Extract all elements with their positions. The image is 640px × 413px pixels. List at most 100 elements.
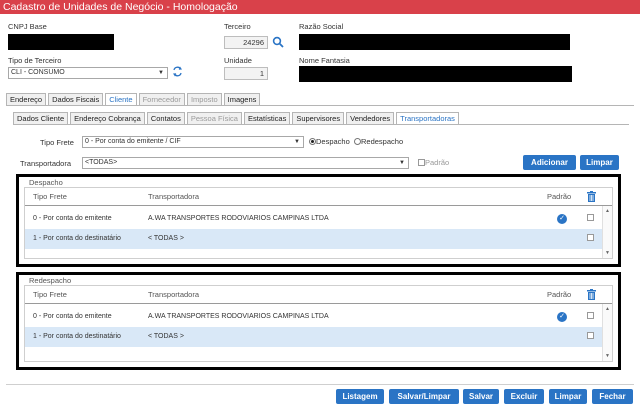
transportadora-value: <TODAS>	[85, 159, 118, 166]
col-padrao: Padrão	[547, 290, 572, 299]
limpar-button[interactable]: Limpar	[549, 389, 587, 404]
despacho-radio[interactable]: Despacho	[309, 137, 350, 146]
scroll-up-icon[interactable]: ▲	[605, 208, 610, 214]
row-transportadora: < TODAS >	[148, 235, 184, 242]
despacho-radio-label: Despacho	[316, 137, 350, 146]
row-tipo-frete: 1 - Por conta do destinatário	[33, 235, 121, 242]
radio-icon	[354, 138, 361, 145]
redespacho-grid: Tipo Frete Transportadora Padrão 0 - Por…	[24, 285, 613, 362]
fantasia-redacted	[299, 66, 572, 82]
unidade-label: Unidade	[224, 56, 252, 65]
redespacho-grid-header: Tipo Frete Transportadora Padrão	[25, 286, 612, 304]
despacho-grid-header: Tipo Frete Transportadora Padrão	[25, 188, 612, 206]
tab-imagens[interactable]: Imagens	[223, 93, 261, 105]
check-circle-icon: ✓	[557, 214, 567, 224]
tabs-divider	[6, 105, 634, 106]
table-row[interactable]: 1 - Por conta do destinatário < TODAS >	[25, 327, 602, 347]
limpar-form-button[interactable]: Limpar	[580, 155, 619, 170]
redespacho-scrollbar[interactable]: ▲ ▼	[602, 304, 612, 361]
despacho-section: Despacho Tipo Frete Transportadora Padrã…	[16, 174, 621, 267]
padrao-checkbox[interactable]: Padrão	[418, 158, 449, 167]
checkbox-icon	[418, 159, 425, 166]
tipo-terceiro-label: Tipo de Terceiro	[8, 56, 62, 65]
razao-redacted	[299, 34, 570, 50]
row-tipo-frete: 0 - Por conta do emitente	[33, 313, 112, 320]
col-tipo-frete: Tipo Frete	[33, 192, 67, 201]
row-checkbox[interactable]	[587, 229, 594, 249]
redespacho-radio-label: Redespacho	[361, 137, 404, 146]
row-tipo-frete: 1 - Por conta do destinatário	[33, 333, 121, 340]
tipo-terceiro-select[interactable]: CLI - CONSUMO ▼	[8, 67, 168, 79]
tab-imposto: Imposto	[186, 93, 222, 105]
row-checkbox[interactable]	[587, 209, 594, 229]
check-circle-icon: ✓	[557, 312, 567, 322]
chevron-down-icon: ▼	[158, 70, 164, 76]
subtab-endereco-cobranca[interactable]: Endereço Cobrança	[70, 112, 145, 124]
subtabs-divider	[13, 124, 629, 125]
col-transportadora: Transportadora	[148, 290, 199, 299]
terceiro-field[interactable]: 24296	[224, 36, 268, 49]
tipo-frete-label: Tipo Frete	[40, 138, 74, 147]
subtab-estatisticas[interactable]: Estatísticas	[243, 112, 291, 124]
row-checkbox[interactable]	[587, 327, 594, 347]
scroll-down-icon[interactable]: ▼	[605, 250, 610, 256]
trash-icon[interactable]	[587, 191, 596, 204]
row-transportadora: A.WA TRANSPORTES RODOVIARIOS CAMPINAS LT…	[148, 313, 329, 320]
excluir-button[interactable]: Excluir	[504, 389, 544, 404]
col-transportadora: Transportadora	[148, 192, 199, 201]
checkbox-icon	[587, 234, 594, 241]
razao-label: Razão Social	[299, 22, 344, 31]
row-transportadora: < TODAS >	[148, 333, 184, 340]
chevron-down-icon: ▼	[294, 139, 300, 145]
window-title: Cadastro de Unidades de Negócio - Homolo…	[0, 0, 640, 14]
row-checkbox[interactable]	[587, 307, 594, 327]
tipo-frete-value: 0 - Por conta do emitente / CIF	[85, 138, 181, 145]
salvar-button[interactable]: Salvar	[463, 389, 499, 404]
despacho-grid: Tipo Frete Transportadora Padrão 0 - Por…	[24, 187, 613, 259]
fechar-button[interactable]: Fechar	[592, 389, 633, 404]
subtab-vendedores[interactable]: Vendedores	[346, 112, 395, 124]
scroll-up-icon[interactable]: ▲	[605, 306, 610, 312]
unidade-field[interactable]: 1	[224, 67, 268, 80]
table-row[interactable]: 1 - Por conta do destinatário < TODAS >	[25, 229, 602, 249]
padrao-checkbox-label: Padrão	[425, 158, 450, 167]
fantasia-label: Nome Fantasia	[299, 56, 350, 65]
footer-divider	[6, 384, 634, 385]
subtab-pessoa-fisica: Pessoa Física	[186, 112, 242, 124]
tab-endereco[interactable]: Endereço	[6, 93, 47, 105]
transportadora-select[interactable]: <TODAS> ▼	[82, 157, 409, 169]
checkbox-icon	[587, 332, 594, 339]
refresh-icon[interactable]	[172, 66, 183, 80]
tab-fornecedor: Fornecedor	[138, 93, 185, 105]
terceiro-label: Terceiro	[224, 22, 251, 31]
despacho-title: Despacho	[29, 178, 63, 187]
subtab-supervisores[interactable]: Supervisores	[292, 112, 345, 124]
cnpj-label: CNPJ Base	[8, 22, 47, 31]
adicionar-button[interactable]: Adicionar	[523, 155, 576, 170]
redespacho-radio[interactable]: Redespacho	[354, 137, 403, 146]
chevron-down-icon: ▼	[399, 160, 405, 166]
tipo-frete-select[interactable]: 0 - Por conta do emitente / CIF ▼	[82, 136, 304, 148]
table-row[interactable]: 0 - Por conta do emitente A.WA TRANSPORT…	[25, 307, 602, 327]
trash-icon[interactable]	[587, 289, 596, 302]
salvar-limpar-button[interactable]: Salvar/Limpar	[389, 389, 459, 404]
table-row[interactable]: 0 - Por conta do emitente A.WA TRANSPORT…	[25, 209, 602, 229]
tipo-terceiro-value: CLI - CONSUMO	[11, 69, 65, 76]
scroll-down-icon[interactable]: ▼	[605, 353, 610, 359]
search-icon[interactable]	[272, 36, 284, 51]
redespacho-title: Redespacho	[29, 276, 72, 285]
row-transportadora: A.WA TRANSPORTES RODOVIARIOS CAMPINAS LT…	[148, 215, 329, 222]
subtab-contatos[interactable]: Contatos	[146, 112, 185, 124]
checkbox-icon	[587, 312, 594, 319]
listagem-button[interactable]: Listagem	[336, 389, 384, 404]
radio-selected-icon	[309, 138, 316, 145]
cnpj-redacted	[8, 34, 114, 50]
despacho-scrollbar[interactable]: ▲ ▼	[602, 206, 612, 258]
redespacho-section: Redespacho Tipo Frete Transportadora Pad…	[16, 272, 621, 370]
tab-dados-fiscais[interactable]: Dados Fiscais	[48, 93, 104, 105]
col-tipo-frete: Tipo Frete	[33, 290, 67, 299]
col-padrao: Padrão	[547, 192, 572, 201]
transportadora-label: Transportadora	[20, 159, 71, 168]
subtab-dados-cliente[interactable]: Dados Cliente	[13, 112, 69, 124]
row-tipo-frete: 0 - Por conta do emitente	[33, 215, 112, 222]
